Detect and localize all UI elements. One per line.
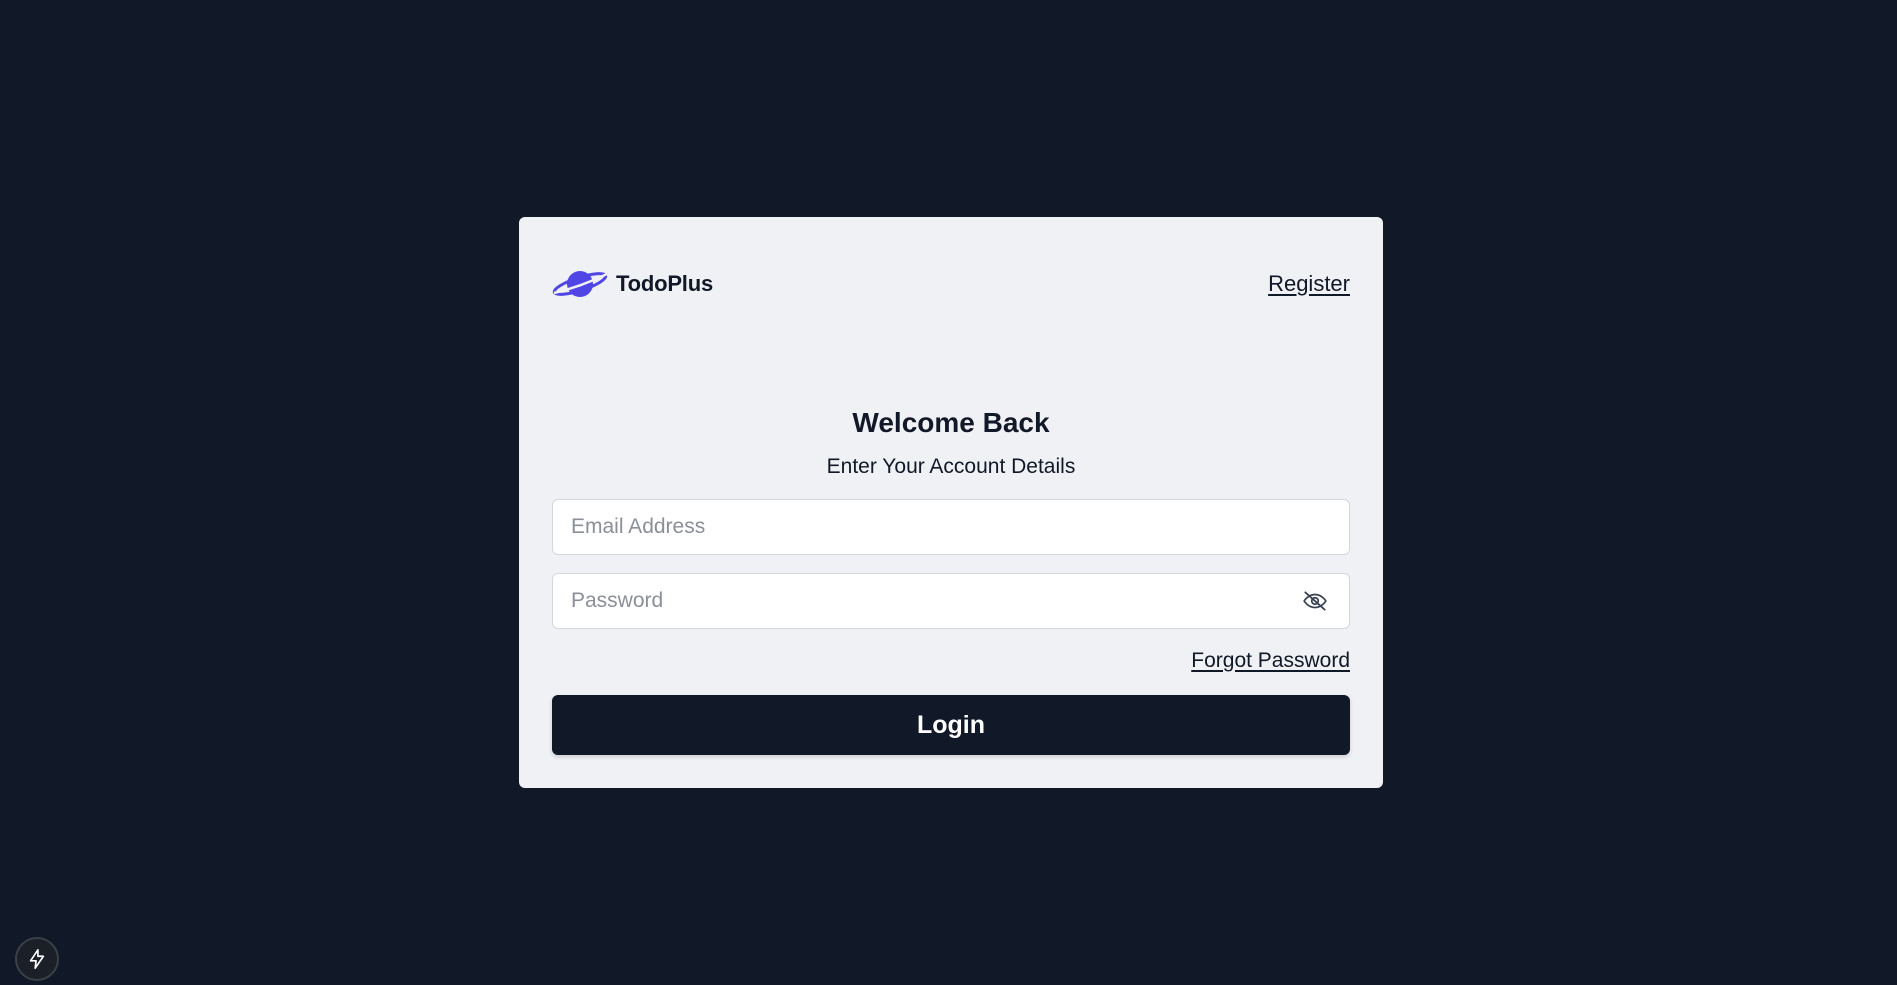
email-input[interactable] (553, 500, 1349, 554)
page-title: Welcome Back (852, 407, 1050, 438)
login-button[interactable]: Login (552, 695, 1350, 755)
card-header: TodoPlus Register (552, 262, 1350, 306)
email-field-container (552, 499, 1350, 555)
login-card: TodoPlus Register Welcome Back Enter You… (519, 217, 1383, 788)
brand: TodoPlus (552, 267, 713, 301)
password-input[interactable] (553, 574, 1293, 628)
password-field-container (552, 573, 1350, 629)
password-visibility-toggle[interactable] (1293, 579, 1337, 623)
devtools-button[interactable] (15, 937, 59, 981)
register-link[interactable]: Register (1268, 271, 1350, 297)
page-subtitle: Enter Your Account Details (826, 455, 1076, 478)
planet-icon (552, 271, 608, 297)
lightning-bolt-icon (29, 949, 45, 969)
forgot-password-link[interactable]: Forgot Password (1191, 649, 1350, 673)
brand-name: TodoPlus (616, 271, 713, 296)
eye-off-icon (1303, 591, 1327, 611)
